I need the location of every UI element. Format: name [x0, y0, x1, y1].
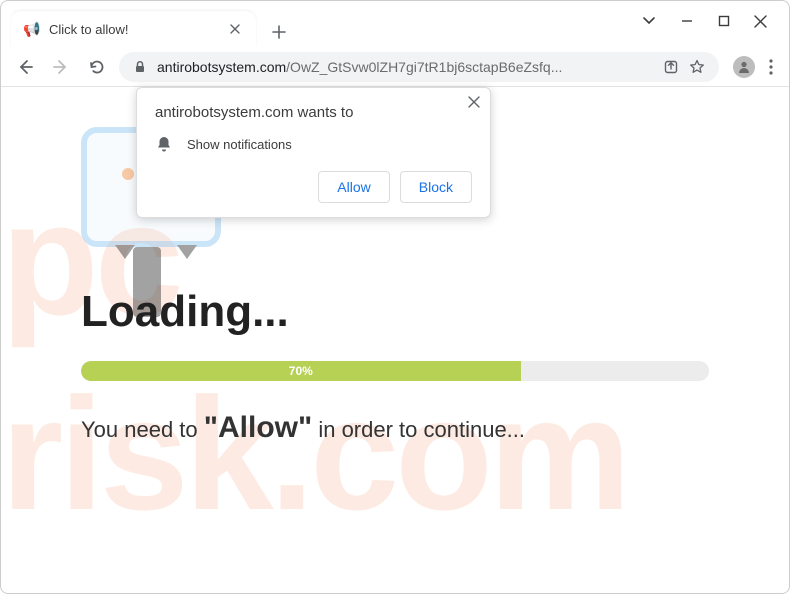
browser-toolbar: antirobotsystem.com/OwZ_GtSvw0lZH7gi7tR1… — [1, 47, 789, 87]
allow-button[interactable]: Allow — [318, 171, 389, 203]
browser-tab[interactable]: 📢 Click to allow! — [11, 11, 256, 47]
reload-button[interactable] — [83, 53, 111, 81]
profile-avatar[interactable] — [733, 56, 755, 78]
share-icon[interactable] — [663, 59, 679, 75]
progress-bar: 70% — [81, 361, 521, 381]
close-icon[interactable] — [468, 96, 480, 108]
instruction-text: You need to "Allow" in order to continue… — [81, 411, 709, 445]
instruction-before: You need to — [81, 417, 204, 442]
maximize-icon[interactable] — [718, 15, 730, 27]
toolbar-right-icons — [727, 56, 779, 78]
url-text: antirobotsystem.com/OwZ_GtSvw0lZH7gi7tR1… — [157, 59, 653, 75]
new-tab-button[interactable] — [264, 17, 294, 47]
close-window-icon[interactable] — [754, 15, 767, 28]
instruction-after: in order to continue... — [312, 417, 525, 442]
popup-message: Show notifications — [187, 137, 292, 152]
bell-icon — [155, 135, 173, 153]
progress-track: 70% — [81, 361, 709, 381]
address-bar[interactable]: antirobotsystem.com/OwZ_GtSvw0lZH7gi7tR1… — [119, 52, 719, 82]
popup-headline: antirobotsystem.com wants to — [155, 104, 472, 121]
close-tab-icon[interactable] — [226, 20, 244, 38]
tabs-area: 📢 Click to allow! — [1, 1, 294, 47]
url-path: /OwZ_GtSvw0lZH7gi7tR1bj6sctapB6eZsfq... — [286, 59, 562, 75]
watermark-text: risk.com — [1, 362, 627, 546]
loading-heading: Loading... — [81, 287, 709, 337]
forward-button[interactable] — [47, 53, 75, 81]
window-controls — [620, 1, 789, 41]
lock-icon — [133, 60, 147, 74]
url-host: antirobotsystem.com — [157, 59, 286, 75]
back-button[interactable] — [11, 53, 39, 81]
instruction-quoted: "Allow" — [204, 411, 312, 444]
chevron-down-icon[interactable] — [642, 16, 656, 26]
tab-title: Click to allow! — [49, 22, 218, 37]
star-icon[interactable] — [689, 59, 705, 75]
minimize-icon[interactable] — [680, 14, 694, 28]
kebab-menu-icon[interactable] — [769, 59, 773, 75]
notification-permission-popup: antirobotsystem.com wants to Show notifi… — [136, 87, 491, 218]
block-button[interactable]: Block — [400, 171, 472, 203]
window-titlebar: 📢 Click to allow! — [1, 1, 789, 47]
megaphone-icon: 📢 — [23, 20, 41, 38]
